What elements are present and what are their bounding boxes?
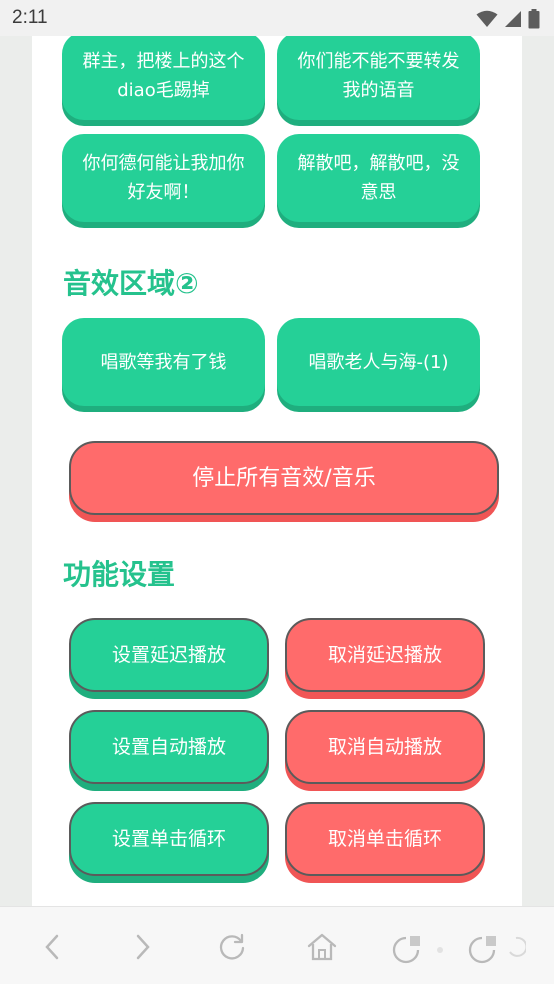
quote-label: 你们能不能不要转发我的语音 <box>297 51 460 101</box>
set-loop-label: 设置单击循环 <box>111 827 226 850</box>
refresh-icon <box>219 933 245 960</box>
back-icon <box>45 934 59 960</box>
sound-label: 唱歌等我有了钱 <box>100 351 227 373</box>
menu-button[interactable] <box>466 927 526 967</box>
stop-all-button[interactable]: 停止所有音效/音乐 <box>69 441 499 515</box>
quote-label: 你何德何能让我加你好友啊！ <box>82 153 245 203</box>
signal-icon <box>505 11 521 27</box>
sound-button-2[interactable]: 唱歌老人与海-(1) <box>277 318 480 406</box>
settings-section-title: 功能设置 <box>63 558 176 591</box>
tabs-button[interactable] <box>392 927 452 967</box>
set-delay-label: 设置延迟播放 <box>111 643 226 666</box>
quote-label: 群主，把楼上的这个diao毛踢掉 <box>82 51 245 101</box>
cancel-auto-label: 取消自动播放 <box>327 735 442 758</box>
forward-button[interactable] <box>122 927 162 967</box>
cancel-loop-label: 取消单击循环 <box>327 827 442 850</box>
browser-nav-bar <box>0 906 554 984</box>
cancel-loop-button[interactable]: 取消单击循环 <box>285 802 485 876</box>
status-time: 2:11 <box>12 7 48 28</box>
quote-button-3[interactable]: 你何德何能让我加你好友啊！ <box>62 134 265 222</box>
status-icons <box>476 9 540 29</box>
quote-button-4[interactable]: 解散吧，解散吧，没意思 <box>277 134 480 222</box>
sound-button-1[interactable]: 唱歌等我有了钱 <box>62 318 265 406</box>
quote-label: 解散吧，解散吧，没意思 <box>297 153 460 203</box>
home-button[interactable] <box>302 927 342 967</box>
sound-label: 唱歌老人与海-(1) <box>308 351 449 373</box>
cancel-delay-button[interactable]: 取消延迟播放 <box>285 618 485 692</box>
quote-button-1[interactable]: 群主，把楼上的这个diao毛踢掉 <box>62 36 265 120</box>
set-auto-button[interactable]: 设置自动播放 <box>69 710 269 784</box>
forward-icon <box>136 934 150 960</box>
status-bar: 2:11 <box>0 0 554 36</box>
battery-icon <box>528 9 540 29</box>
sound-section-title: 音效区域② <box>63 267 199 300</box>
stop-all-label: 停止所有音效/音乐 <box>192 465 376 491</box>
refresh-button[interactable] <box>212 927 252 967</box>
back-button[interactable] <box>33 927 73 967</box>
set-auto-label: 设置自动播放 <box>111 735 226 758</box>
home-icon <box>307 933 337 961</box>
wifi-icon <box>476 10 498 27</box>
set-delay-button[interactable]: 设置延迟播放 <box>69 618 269 692</box>
quote-button-2[interactable]: 你们能不能不要转发我的语音 <box>277 36 480 120</box>
set-loop-button[interactable]: 设置单击循环 <box>69 802 269 876</box>
tabs-icon <box>392 936 443 964</box>
menu-icon <box>468 936 526 964</box>
cancel-auto-button[interactable]: 取消自动播放 <box>285 710 485 784</box>
cancel-delay-label: 取消延迟播放 <box>327 643 442 666</box>
content-page: 群主，把楼上的这个diao毛踢掉 你们能不能不要转发我的语音 你何德何能让我加你… <box>32 36 522 906</box>
